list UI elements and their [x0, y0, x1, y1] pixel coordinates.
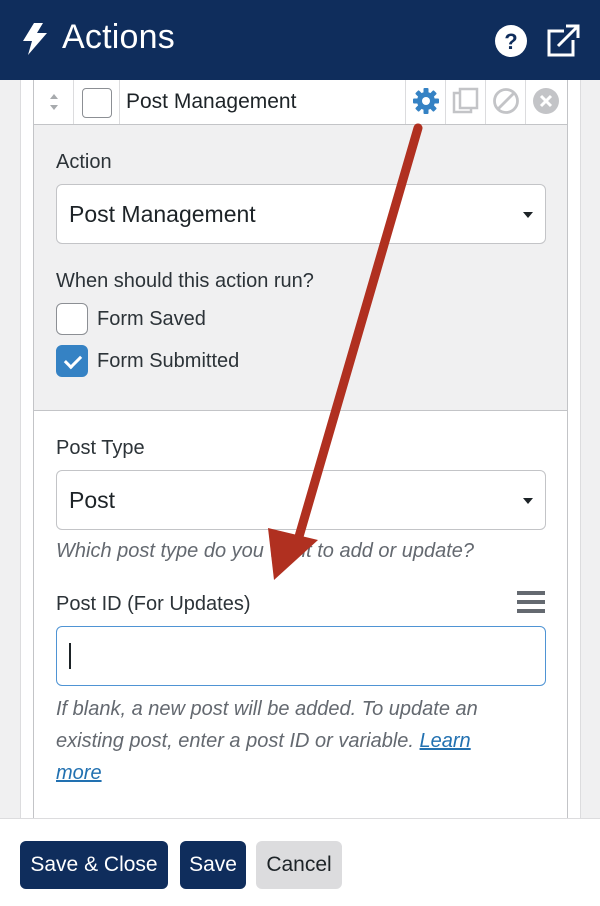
- footer-bar: Save & Close Save Cancel: [0, 818, 600, 906]
- run-question-label: When should this action run?: [56, 270, 314, 292]
- post-id-help-line3: more: [56, 757, 556, 789]
- action-row-name: Post Management: [126, 90, 297, 113]
- cancel-button[interactable]: Cancel: [256, 841, 342, 889]
- page-title: Actions: [62, 18, 175, 56]
- action-settings: Action Post Management When should this …: [34, 125, 567, 411]
- text-cursor: [69, 643, 71, 669]
- post-type-value: Post: [69, 487, 116, 513]
- learn-more-link[interactable]: Learn: [420, 730, 471, 752]
- row-select-cell: [74, 80, 120, 124]
- action-panel: Post Management Action Post Management W…: [33, 80, 568, 820]
- save-button[interactable]: Save: [180, 841, 246, 889]
- chevron-down-icon: [523, 212, 533, 218]
- close-icon: [533, 88, 559, 114]
- drag-handle[interactable]: [34, 80, 74, 124]
- bolt-icon: [23, 23, 47, 55]
- chevron-down-icon: [523, 498, 533, 504]
- duplicate-icon: [452, 87, 479, 114]
- expand-icon[interactable]: [546, 22, 582, 58]
- disable-button[interactable]: [485, 80, 525, 124]
- disable-icon: [493, 88, 519, 114]
- post-type-label: Post Type: [56, 437, 145, 459]
- sort-arrows-icon: [50, 94, 58, 110]
- post-id-help-line1: If blank, a new post will be added. To u…: [56, 698, 478, 720]
- post-type-select[interactable]: Post: [56, 470, 546, 530]
- post-id-label: Post ID (For Updates): [56, 593, 251, 615]
- learn-more-link-continued[interactable]: more: [56, 762, 102, 784]
- gear-icon: [413, 88, 439, 114]
- settings-button[interactable]: [405, 80, 445, 124]
- help-icon[interactable]: ?: [494, 24, 528, 58]
- form-saved-label: Form Saved: [97, 308, 206, 330]
- form-submitted-label: Form Submitted: [97, 350, 240, 372]
- delete-button[interactable]: [525, 80, 567, 124]
- post-id-help-line2: existing post, enter a post ID or variab…: [56, 725, 556, 757]
- right-gutter: [580, 80, 600, 820]
- post-id-help-text: existing post, enter a post ID or variab…: [56, 730, 414, 752]
- left-gutter: [0, 80, 21, 820]
- post-id-input[interactable]: [56, 626, 546, 686]
- action-select[interactable]: Post Management: [56, 184, 546, 244]
- actions-header: Actions ?: [0, 0, 600, 80]
- menu-icon[interactable]: [516, 590, 546, 614]
- save-close-button[interactable]: Save & Close: [20, 841, 168, 889]
- form-saved-checkbox[interactable]: [56, 303, 88, 335]
- duplicate-button[interactable]: [445, 80, 485, 124]
- action-row: Post Management: [34, 80, 567, 125]
- action-label: Action: [56, 151, 112, 173]
- action-select-value: Post Management: [69, 201, 256, 227]
- row-select-checkbox[interactable]: [82, 88, 112, 118]
- post-id-help: If blank, a new post will be added. To u…: [56, 693, 556, 789]
- form-submitted-checkbox[interactable]: [56, 345, 88, 377]
- post-type-help: Which post type do you want to add or up…: [56, 540, 475, 562]
- svg-text:?: ?: [504, 29, 517, 54]
